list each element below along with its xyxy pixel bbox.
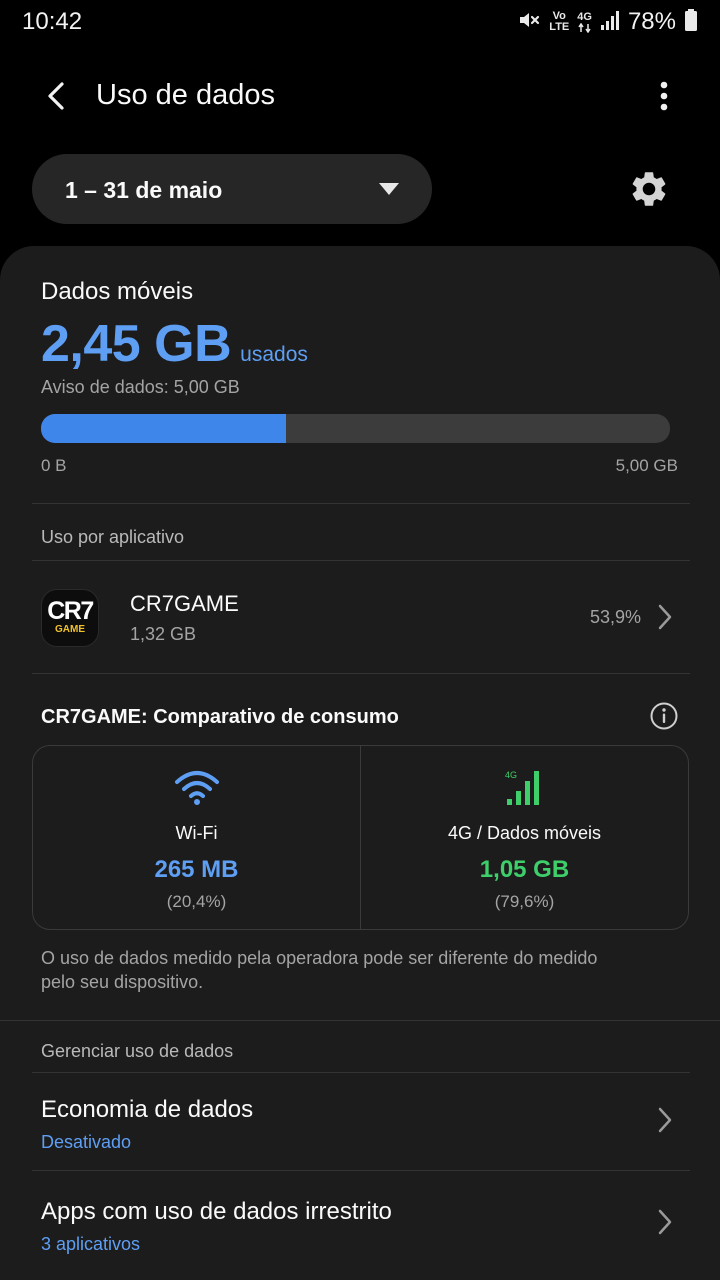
cellular-badge-label: 4G — [505, 770, 517, 780]
info-icon — [650, 702, 678, 730]
back-button[interactable] — [32, 72, 80, 120]
data-saver-title: Economia de dados — [41, 1096, 254, 1123]
cellular-4g-icon: 4G — [501, 768, 549, 808]
consumption-comparison: Wi-Fi 265 MB (20,4%) 4G 4G / Dados móvei… — [32, 745, 689, 930]
data-warning-text: Aviso de dados: 5,00 GB — [41, 377, 240, 397]
gear-icon — [632, 172, 666, 206]
cr7game-app-icon: CR7 GAME — [41, 589, 99, 647]
more-options-button[interactable] — [642, 72, 686, 120]
used-unit: usados — [240, 343, 308, 366]
data-settings-button[interactable] — [624, 164, 674, 214]
mobile-percent: (79,6%) — [494, 892, 555, 911]
bar-min-label: 0 B — [41, 456, 67, 475]
comparison-title: CR7GAME: Comparativo de consumo — [41, 706, 399, 728]
app-name: CR7GAME — [130, 591, 239, 616]
chevron-right-icon — [658, 1107, 672, 1133]
page-title: Uso de dados — [96, 79, 275, 111]
wifi-label: Wi-Fi — [175, 823, 218, 843]
network-4g-icon: 4G — [577, 11, 592, 33]
manage-data-label: Gerenciar uso de dados — [41, 1041, 234, 1061]
used-amount: 2,45 GB usados — [41, 314, 308, 374]
period-label: 1 – 31 de maio — [65, 177, 223, 203]
wifi-value: 265 MB — [154, 856, 239, 883]
mobile-usage: 4G 4G / Dados móveis 1,05 GB (79,6%) — [360, 746, 688, 929]
app-data-size: 1,32 GB — [130, 624, 197, 644]
battery-icon — [684, 8, 698, 37]
usage-by-app-label: Uso por aplicativo — [41, 527, 185, 547]
chevron-right-icon — [658, 1209, 672, 1235]
chevron-right-icon — [658, 604, 672, 630]
app-usage-percent: 53,9% — [589, 607, 641, 627]
divider — [32, 503, 690, 504]
divider — [32, 1072, 690, 1073]
mobile-label: 4G / Dados móveis — [447, 823, 602, 843]
mobile-value: 1,05 GB — [479, 856, 570, 883]
app-usage-row-cr7game[interactable]: CR7 GAME CR7GAME 1,32 GB 53,9% — [0, 562, 720, 672]
status-icons: Vo LTE 4G 78% — [517, 8, 698, 36]
status-bar: 10:42 Vo LTE 4G 78% — [0, 0, 720, 44]
mute-icon — [517, 8, 541, 37]
signal-icon — [600, 9, 620, 36]
back-arrow-icon — [48, 82, 64, 110]
status-time: 10:42 — [22, 8, 83, 35]
usage-progress-bar — [41, 414, 670, 443]
divider — [0, 1020, 720, 1021]
wifi-usage: Wi-Fi 265 MB (20,4%) — [33, 746, 360, 929]
unrestricted-data-row[interactable]: Apps com uso de dados irrestrito 3 aplic… — [0, 1176, 720, 1272]
bar-max-label: 5,00 GB — [615, 456, 678, 475]
app-bar: Uso de dados — [0, 62, 720, 128]
dropdown-arrow-icon — [379, 183, 399, 195]
wifi-percent: (20,4%) — [166, 892, 227, 911]
used-value: 2,45 GB — [41, 315, 232, 373]
divider — [32, 1170, 690, 1171]
battery-percent: 78% — [627, 8, 676, 35]
disclaimer-text: O uso de dados medido pela operadora pod… — [41, 948, 598, 992]
data-usage-card: Dados móveis 2,45 GB usados Aviso de dad… — [0, 246, 720, 1280]
volte-icon: Vo LTE — [549, 10, 570, 33]
divider — [32, 673, 690, 674]
unrestricted-data-title: Apps com uso de dados irrestrito — [41, 1198, 392, 1225]
period-dropdown[interactable]: 1 – 31 de maio — [32, 154, 432, 224]
unrestricted-data-count: 3 aplicativos — [41, 1234, 141, 1254]
wifi-icon — [173, 768, 221, 808]
more-vert-icon — [660, 81, 668, 111]
data-saver-status: Desativado — [41, 1132, 132, 1152]
info-button[interactable] — [649, 701, 679, 731]
mobile-data-title: Dados móveis — [41, 278, 194, 305]
data-saver-row[interactable]: Economia de dados Desativado — [0, 1074, 720, 1170]
divider — [32, 560, 690, 561]
usage-progress-fill — [41, 414, 287, 443]
